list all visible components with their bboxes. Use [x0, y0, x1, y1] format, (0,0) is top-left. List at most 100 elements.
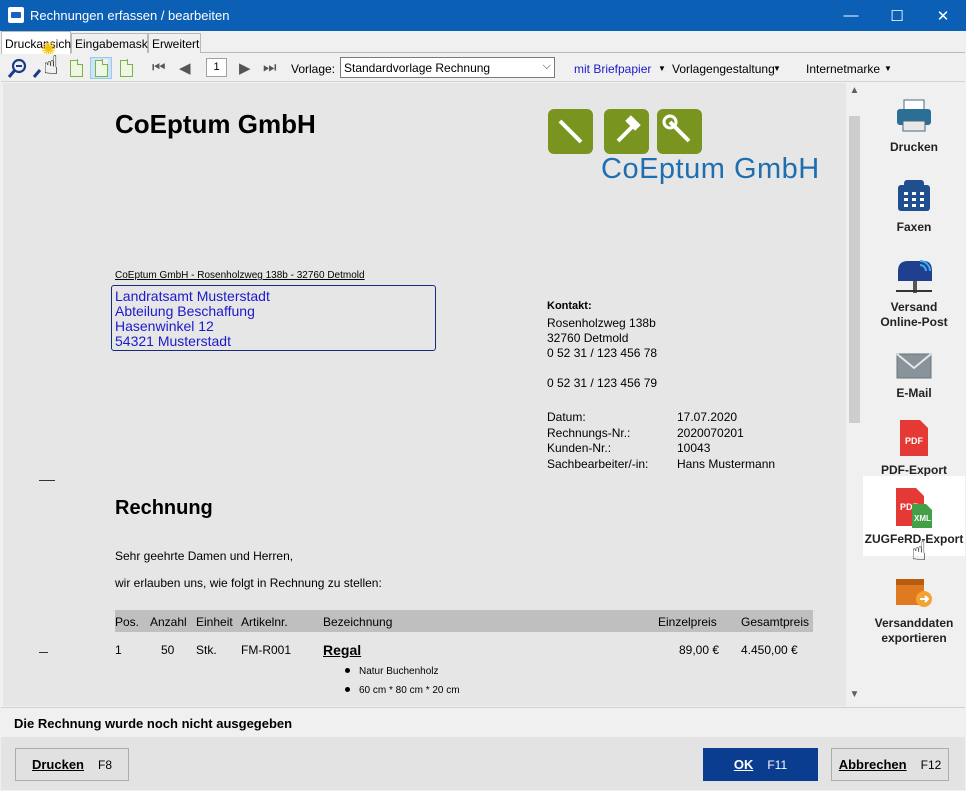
email-action-label: E-Mail	[896, 386, 932, 400]
zugferd-export-action[interactable]: PDF XML ZUGFeRD-Export ☝	[863, 476, 965, 566]
full-page-icon[interactable]	[115, 57, 137, 79]
meta-label: Rechnungs-Nr.:	[547, 426, 631, 440]
pdf-export-action[interactable]: PDF PDF-Export	[863, 420, 965, 477]
internetmarke-menu[interactable]: Internetmarke	[806, 62, 880, 76]
tab-eingabemaske[interactable]: Eingabemaske	[71, 33, 154, 53]
ok-button-key: F11	[767, 757, 788, 772]
tab-druckansicht[interactable]: Druckansicht	[1, 31, 74, 54]
table-header: Pos. Anzahl Einheit Artikelnr. Bezeichnu…	[115, 610, 813, 632]
vorlage-select-value: Standardvorlage Rechnung	[344, 61, 491, 75]
app-icon	[8, 7, 24, 23]
shipping-export-action-label: Versanddaten exportieren	[874, 616, 954, 645]
ok-button[interactable]: OK F11	[703, 748, 818, 781]
ok-button-label: OK	[733, 757, 754, 772]
document-heading: Rechnung	[115, 497, 213, 519]
hammer-icon	[604, 109, 649, 154]
first-page-icon[interactable]: ⏮	[152, 59, 166, 76]
briefpapier-toggle[interactable]: mit Briefpapier	[574, 62, 651, 76]
hand-cursor-icon: ☝	[911, 536, 927, 566]
bullet-icon	[345, 687, 350, 692]
pdf-export-action-label: PDF-Export	[881, 463, 947, 477]
cell-artikelnr: FM-R001	[241, 643, 292, 657]
shipping-export-icon	[863, 575, 965, 612]
fax-icon	[863, 179, 965, 216]
print-button[interactable]: Drucken F8	[15, 748, 129, 781]
print-button-label: Drucken	[31, 757, 84, 772]
print-button-key: F8	[98, 757, 113, 772]
window-title: Rechnungen erfassen / bearbeiten	[30, 8, 230, 23]
pdf-icon: PDF	[863, 420, 965, 459]
status-bar: Die Rechnung wurde noch nicht ausgegeben	[1, 707, 965, 737]
meta-label: Kunden-Nr.:	[547, 441, 612, 455]
fit-width-icon[interactable]	[90, 57, 112, 79]
contact-city: 32760 Detmold	[547, 331, 629, 345]
cell-gesamtpreis: 4.450,00 €	[741, 643, 798, 657]
action-sidebar: Drucken Faxen Versand Online-Post E-Mail…	[863, 83, 965, 706]
shipping-export-action[interactable]: Versanddaten exportieren	[863, 575, 965, 646]
cancel-button[interactable]: Abbrechen F12	[831, 748, 949, 781]
tab-erweitert[interactable]: Erweitert	[148, 33, 201, 53]
minimize-button[interactable]: —	[828, 0, 874, 31]
column-header: Anzahl	[150, 615, 187, 629]
column-header: Pos.	[115, 615, 140, 629]
meta-label: Sachbearbeiter/-in:	[547, 457, 649, 471]
greeting: Sehr geehrte Damen und Herren,	[115, 549, 294, 563]
email-action[interactable]: E-Mail	[863, 353, 965, 400]
mailbox-icon	[863, 257, 965, 296]
zugferd-icon: PDF XML	[894, 488, 934, 528]
recipient-line: Abteilung Beschaffung	[115, 303, 255, 319]
bullet-icon	[345, 668, 350, 673]
fold-mark	[39, 652, 48, 653]
cell-detail: Natur Buchenholz	[359, 666, 439, 677]
status-text: Die Rechnung wurde noch nicht ausgegeben	[14, 716, 293, 731]
column-header: Bezeichnung	[323, 615, 393, 629]
tab-strip: Druckansicht Eingabemaske Erweitert ✺	[1, 31, 965, 59]
intro-text: wir erlauben uns, wie folgt in Rechnung …	[115, 576, 382, 590]
meta-value: Hans Mustermann	[677, 457, 776, 471]
scroll-up-icon[interactable]: ▲	[846, 85, 863, 102]
single-page-icon[interactable]	[65, 57, 87, 79]
recipient-line: Landratsamt Musterstadt	[115, 288, 270, 304]
cell-anzahl: 50	[161, 643, 175, 657]
sender-line: CoEptum GmbH - Rosenholzweg 138b - 32760…	[115, 270, 365, 281]
meta-value: 2020070201	[677, 426, 744, 440]
cancel-button-key: F12	[920, 757, 942, 772]
recipient-line: 54321 Musterstadt	[115, 333, 231, 349]
next-page-icon[interactable]: ▶	[239, 59, 251, 77]
dropdown-arrow-icon[interactable]: ▼	[884, 64, 892, 73]
column-header: Einheit	[196, 615, 233, 629]
cell-einzelpreis: 89,00 €	[679, 643, 720, 657]
vorlagengestaltung-menu[interactable]: Vorlagengestaltung	[672, 62, 775, 76]
printer-icon	[863, 99, 965, 136]
recipient-line: Hasenwinkel 12	[115, 318, 214, 334]
title-bar: Rechnungen erfassen / bearbeiten — ☐ ✕	[0, 0, 966, 31]
cell-pos: 1	[115, 643, 122, 657]
page-number-input[interactable]: 1	[206, 58, 227, 77]
contact-street: Rosenholzweg 138b	[547, 316, 656, 330]
vertical-scrollbar[interactable]: ▲ ▼	[846, 83, 863, 706]
screwdriver-icon	[548, 109, 593, 154]
scroll-down-icon[interactable]: ▼	[846, 689, 863, 706]
button-bar: Drucken F8 OK F11 Abbrechen F12	[1, 737, 965, 790]
wrench-icon	[657, 109, 702, 154]
previous-page-icon[interactable]: ◀	[179, 59, 191, 77]
fold-mark	[39, 480, 55, 481]
zoom-in-icon[interactable]	[7, 57, 29, 79]
company-name: CoEptum GmbH	[115, 109, 316, 139]
scrollbar-thumb[interactable]	[849, 116, 860, 423]
online-post-action[interactable]: Versand Online-Post	[863, 257, 965, 330]
vorlage-select[interactable]: Standardvorlage Rechnung ⌵	[340, 57, 555, 78]
dropdown-arrow-icon[interactable]: ▼	[658, 64, 666, 73]
online-post-action-label: Versand Online-Post	[880, 300, 948, 329]
dropdown-arrow-icon[interactable]: ▼	[773, 64, 781, 73]
fax-action[interactable]: Faxen	[863, 179, 965, 234]
contact-label: Kontakt:	[547, 300, 592, 312]
contact-fax: 0 52 31 / 123 456 79	[547, 376, 658, 390]
print-action[interactable]: Drucken	[863, 99, 965, 154]
print-preview: CoEptum GmbH CoEptum GmbH CoEptum GmbH -…	[3, 83, 846, 706]
close-button[interactable]: ✕	[920, 0, 966, 31]
last-page-icon[interactable]: ⏭	[263, 59, 277, 76]
maximize-button[interactable]: ☐	[874, 0, 920, 31]
column-header: Gesamtpreis	[741, 615, 810, 629]
toolbar: ☝ ⏮ ◀ 1 ▶ ⏭ Vorlage: Standardvorlage Rec…	[1, 50, 965, 82]
